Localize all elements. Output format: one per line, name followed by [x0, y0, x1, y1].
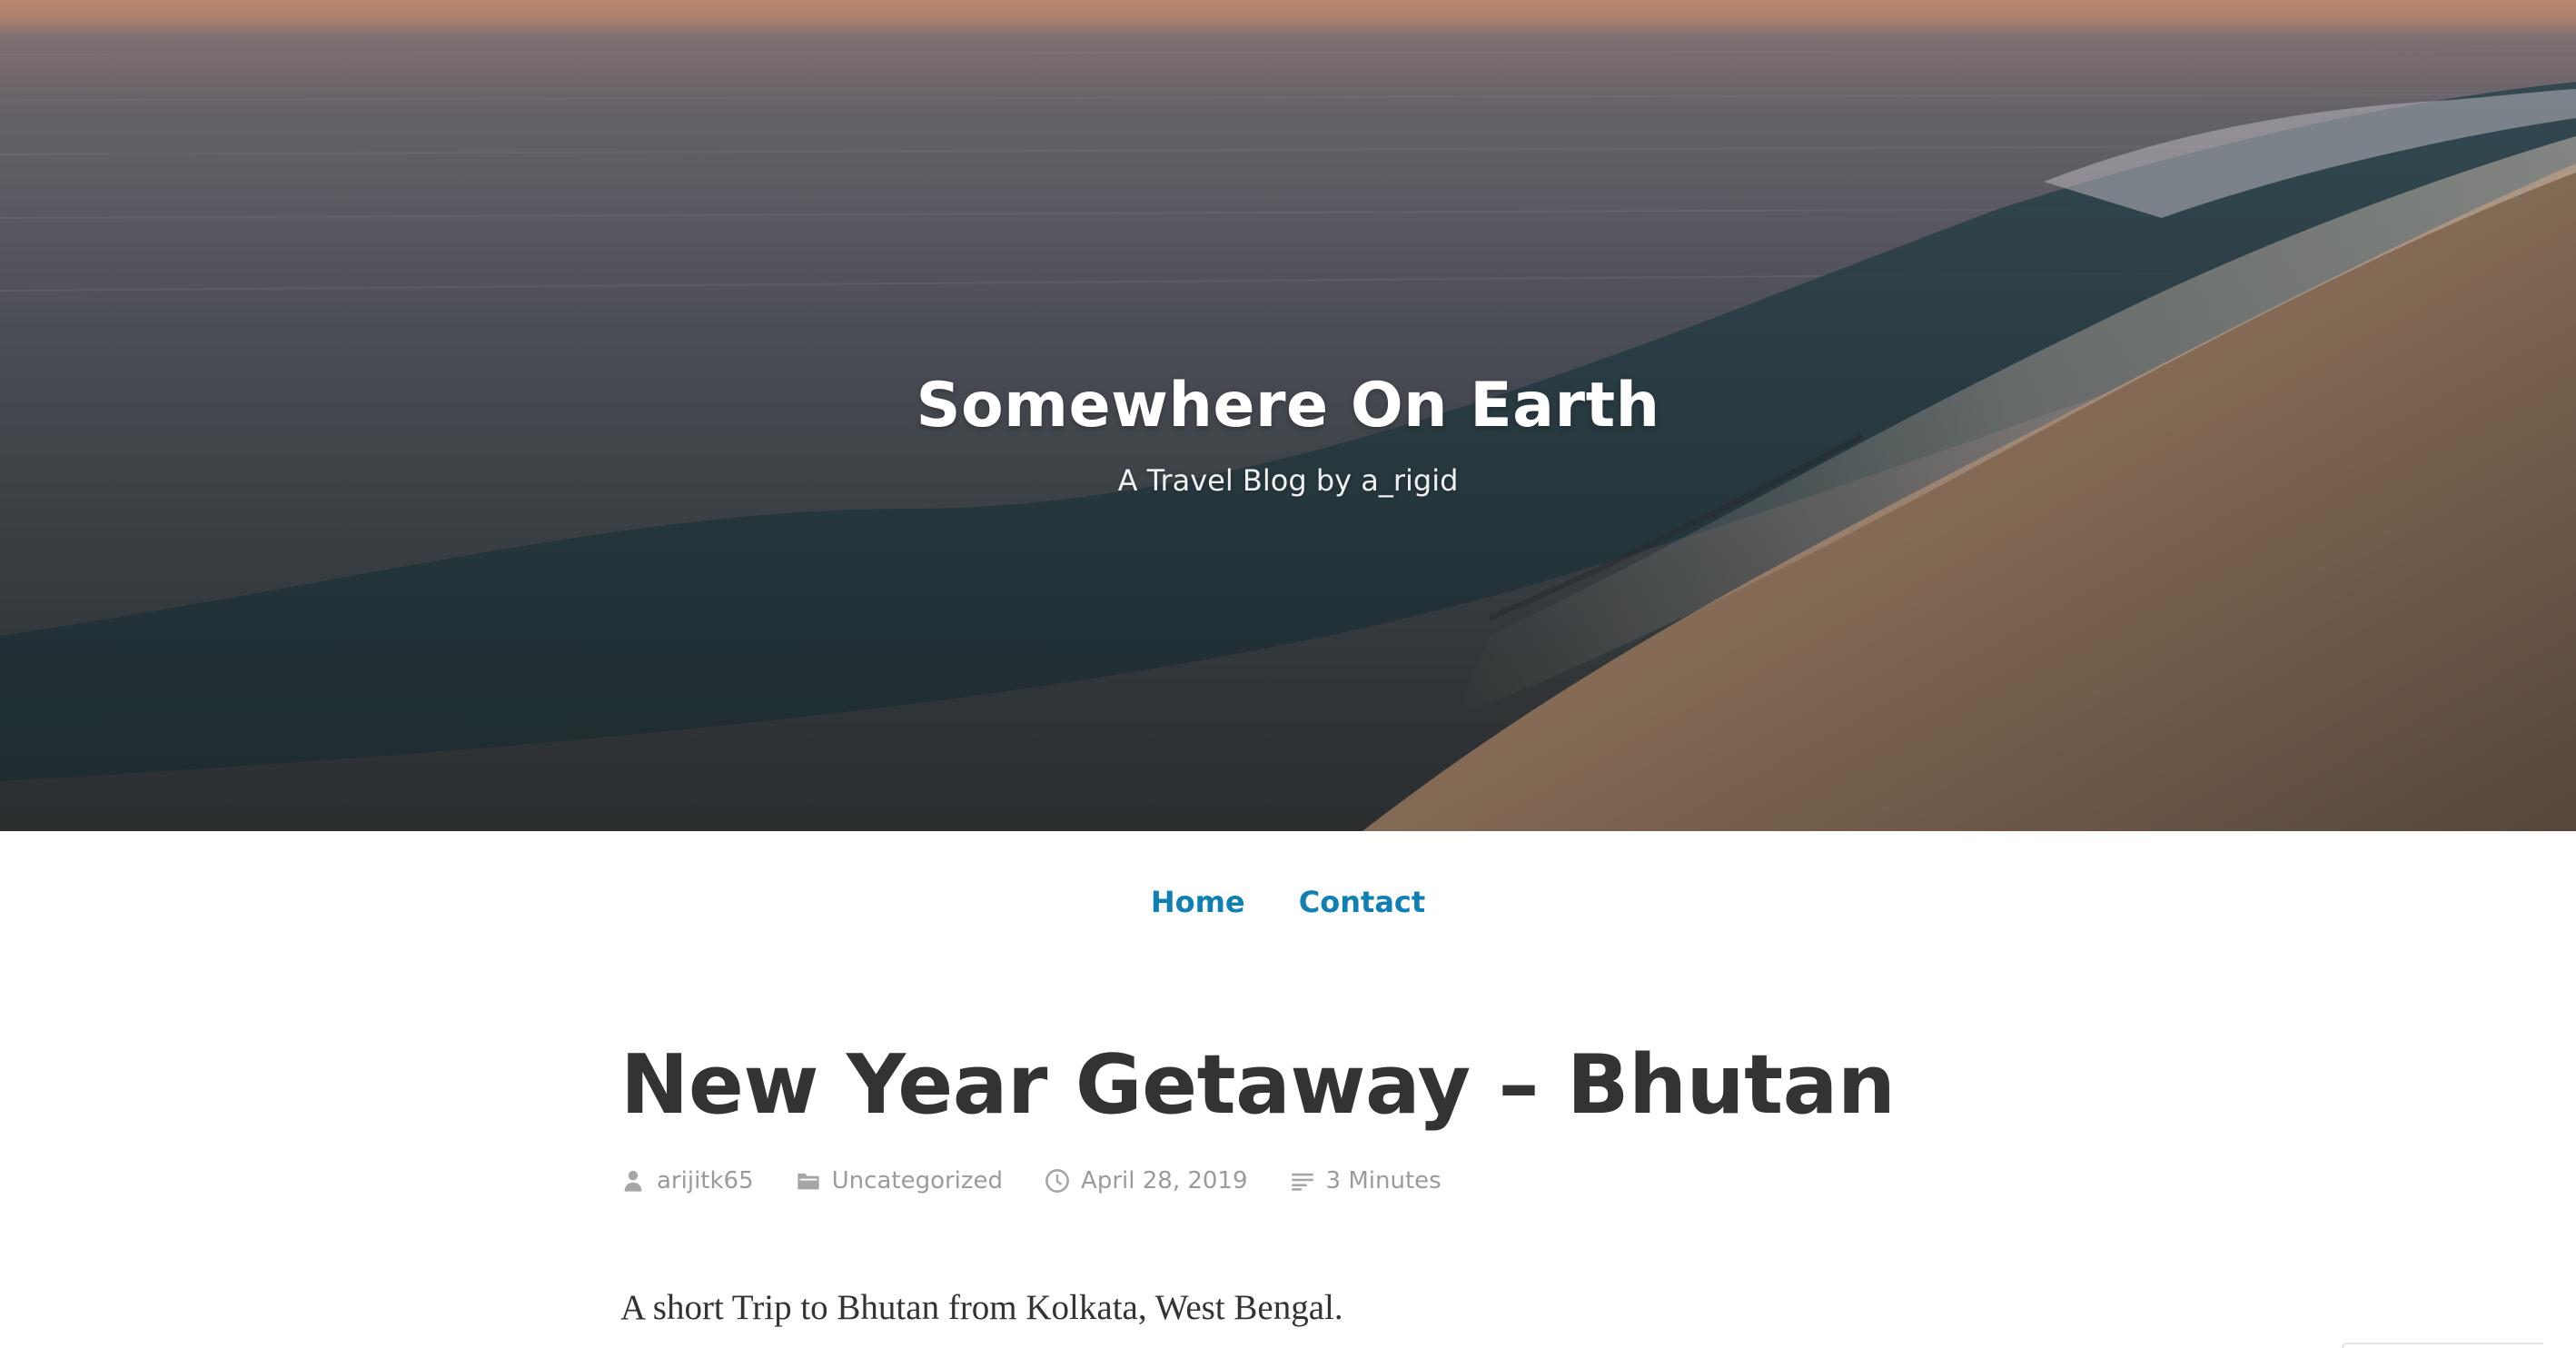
post-category: Uncategorized [796, 1163, 1003, 1199]
lines-icon [1291, 1173, 1313, 1191]
clock-icon [1045, 1169, 1069, 1193]
corner-widget[interactable] [2342, 1343, 2543, 1348]
nav-item-contact[interactable]: Contact [1299, 885, 1425, 919]
post-reading-time: 3 Minutes [1290, 1163, 1442, 1199]
site-title[interactable]: Somewhere On Earth [0, 356, 2576, 456]
post-category-link[interactable]: Uncategorized [832, 1163, 1003, 1199]
site-header: Somewhere On Earth A Travel Blog by a_ri… [0, 0, 2576, 831]
site-description: A Travel Blog by a_rigid [1117, 463, 1459, 498]
post-reading-time-label: 3 Minutes [1325, 1167, 1442, 1194]
post-excerpt: A short Trip to Bhutan from Kolkata, Wes… [620, 1288, 1343, 1327]
main-navigation: Home Contact [0, 877, 2576, 927]
post-date-link[interactable]: April 28, 2019 [1081, 1163, 1247, 1199]
post-author-link[interactable]: arijitk65 [657, 1163, 754, 1199]
post-date: April 28, 2019 [1045, 1163, 1248, 1199]
folder-icon [797, 1173, 819, 1190]
post-title[interactable]: New Year Getaway – Bhutan [620, 1026, 1956, 1145]
post-meta: arijitk65 Uncategorized April 28, 2019 3… [620, 1163, 1956, 1199]
post-article: New Year Getaway – Bhutan arijitk65 Unca… [620, 1026, 1956, 1348]
user-icon [624, 1170, 642, 1192]
post-author: arijitk65 [620, 1163, 754, 1199]
site-branding: Somewhere On Earth A Travel Blog by a_ri… [0, 356, 2576, 503]
nav-item-home[interactable]: Home [1151, 885, 1245, 919]
